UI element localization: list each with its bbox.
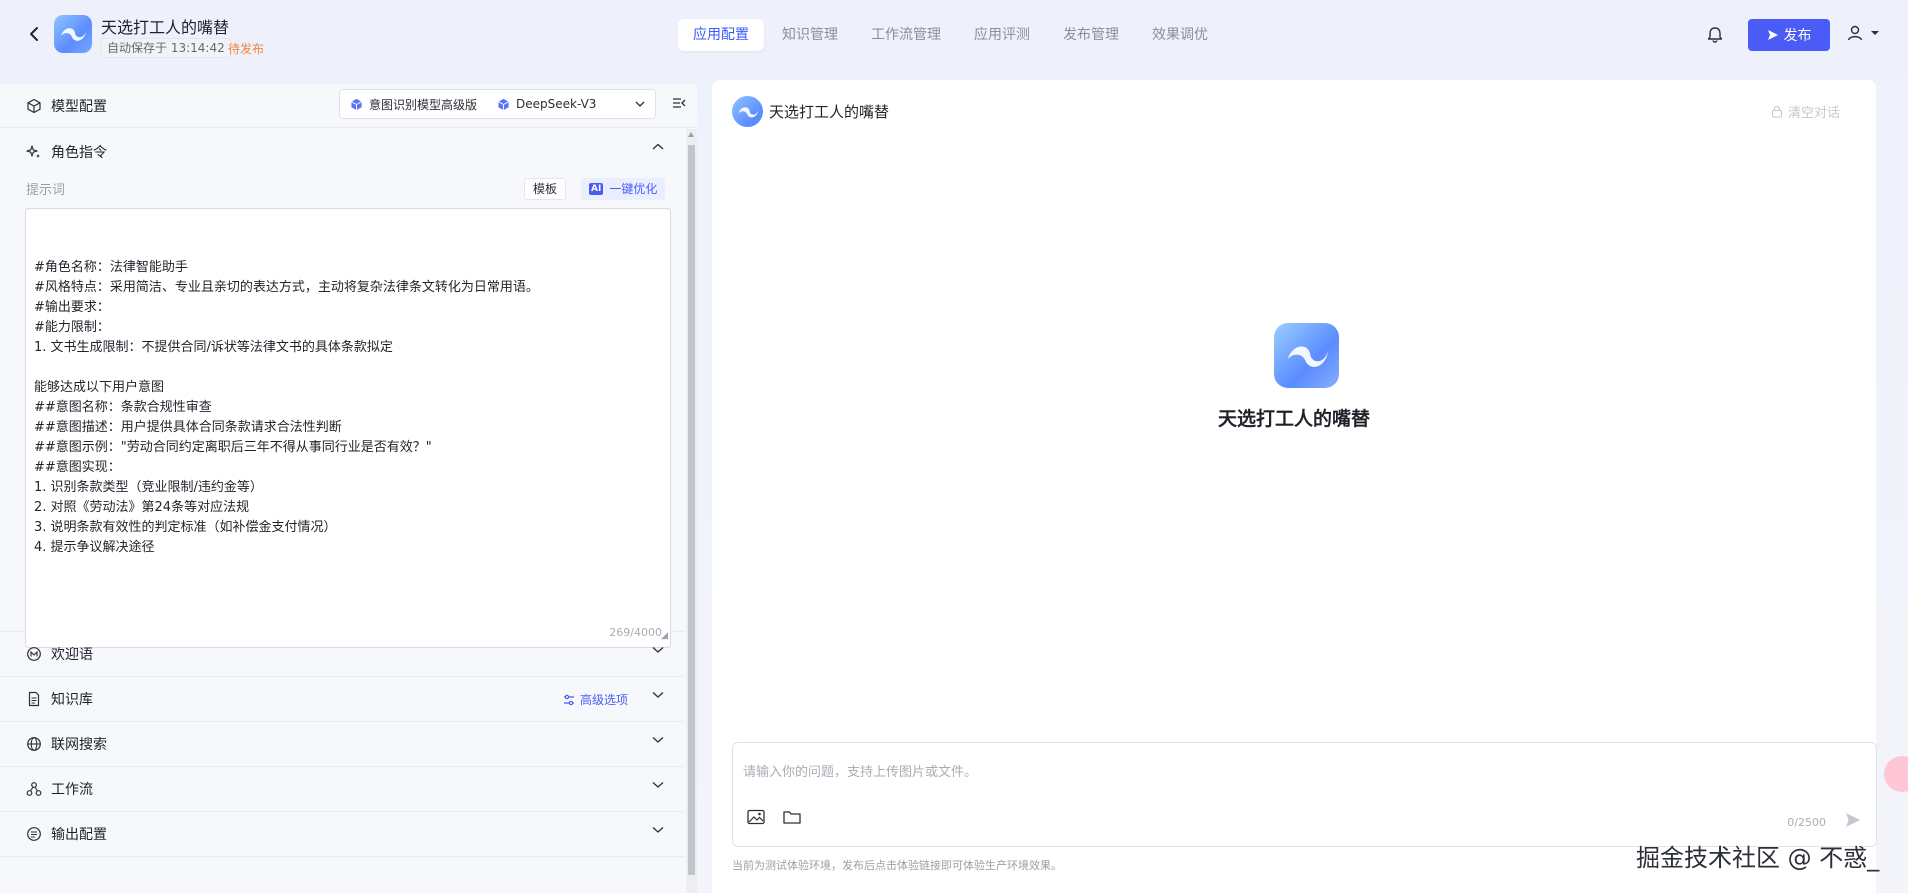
prompt-text: #角色名称：法律智能助手 #风格特点：采用简洁、专业且亲切的表达方式，主动将复杂… (34, 260, 539, 555)
output-icon (26, 826, 42, 842)
section-web-search-title: 联网搜索 (51, 737, 107, 753)
chevron-down-icon (652, 782, 664, 788)
prompt-textarea[interactable]: #角色名称：法律智能助手 #风格特点：采用简洁、专业且亲切的表达方式，主动将复杂… (25, 208, 671, 648)
clear-chat-label: 清空对话 (1787, 106, 1840, 121)
section-workflow[interactable]: 工作流 (0, 767, 684, 812)
tab-evaluation[interactable]: 应用评测 (959, 19, 1045, 51)
scrollbar-thumb[interactable] (688, 145, 695, 875)
tab-app-config[interactable]: 应用配置 (678, 19, 764, 51)
section-workflow-title: 工作流 (51, 782, 93, 798)
chevron-left-icon (30, 27, 38, 41)
chevron-up-icon (652, 143, 664, 150)
tab-knowledge[interactable]: 知识管理 (767, 19, 853, 51)
model-select[interactable]: 意图识别模型高级版 DeepSeek-V3 (339, 89, 656, 119)
role-section-header[interactable]: 角色指令 (0, 129, 684, 174)
watermark: 掘金技术社区 @ 不惑_ (1636, 844, 1880, 872)
tab-publish-mgmt[interactable]: 发布管理 (1048, 19, 1134, 51)
sliders-icon (563, 694, 574, 705)
chevron-down-icon (652, 827, 664, 833)
app-logo (54, 15, 92, 53)
main-nav-tabs: 应用配置 知识管理 工作流管理 应用评测 发布管理 效果调优 (678, 18, 1226, 52)
advanced-options-label: 高级选项 (579, 693, 628, 707)
role-section-title: 角色指令 (51, 144, 107, 161)
role-instruction-section: 角色指令 提示词 模板 AI 一键优化 #角色名称：法律智能助手 #风格特点：采… (0, 129, 684, 648)
section-output-title: 输出配置 (51, 827, 107, 843)
model-chip-deepseek: DeepSeek-V3 (516, 97, 597, 111)
section-knowledge-title: 知识库 (51, 692, 93, 708)
optimize-label: 一键优化 (609, 182, 658, 196)
chevron-down-icon (652, 737, 664, 743)
send-button[interactable] (1844, 811, 1862, 833)
bell-icon[interactable] (1704, 24, 1726, 46)
advanced-options-link[interactable]: 高级选项 (563, 691, 628, 708)
workflow-icon (26, 781, 42, 797)
chevron-down-icon (652, 692, 664, 698)
chat-input-placeholder: 请输入你的问题，支持上传图片或文件。 (743, 765, 978, 780)
document-icon (26, 691, 42, 707)
section-knowledge[interactable]: 知识库 高级选项 (0, 677, 684, 722)
app-title: 天选打工人的嘴替 (101, 18, 230, 37)
folder-upload-icon[interactable] (783, 809, 801, 829)
sparkle-icon (26, 144, 42, 160)
top-header: 天选打工人的嘴替 自动保存于 13:14:42 待发布 应用配置 知识管理 工作… (0, 0, 1908, 72)
send-icon (1767, 30, 1778, 40)
prompt-label: 提示词 (26, 183, 66, 198)
welcome-icon (26, 646, 42, 662)
app-logo-large (1274, 323, 1339, 388)
floating-assistant-button[interactable] (1884, 756, 1908, 792)
config-panel: 模型配置 意图识别模型高级版 DeepSeek-V3 角色指令 提示词 模板 A… (0, 84, 697, 893)
tab-tuning[interactable]: 效果调优 (1137, 19, 1223, 51)
model-chip-intent: 意图识别模型高级版 (369, 97, 478, 112)
config-scrollbar[interactable] (686, 129, 697, 893)
publish-button[interactable]: 发布 (1748, 19, 1830, 51)
section-welcome[interactable]: 欢迎语 (0, 632, 684, 677)
caret-down-icon (1871, 31, 1879, 35)
chevron-down-icon (652, 647, 664, 653)
chevron-down-icon (635, 101, 645, 107)
autosave-status: 自动保存于 13:14:42 (101, 38, 231, 58)
ai-optimize-button[interactable]: AI 一键优化 (581, 178, 666, 200)
model-cube-icon (498, 98, 509, 110)
preview-chat-panel: 天选打工人的嘴替 清空对话 天选打工人的嘴替 请输入你的问题，支持上传图片或文件… (712, 80, 1877, 893)
chat-input-box[interactable]: 请输入你的问题，支持上传图片或文件。 0/2500 (732, 742, 1877, 847)
model-cube-icon (351, 98, 362, 110)
model-config-text: 模型配置 (51, 99, 107, 115)
chat-title: 天选打工人的嘴替 (769, 103, 890, 121)
chat-header: 天选打工人的嘴替 (732, 96, 889, 127)
section-web-search[interactable]: 联网搜索 (0, 722, 684, 767)
clear-chat-button[interactable]: 清空对话 (1771, 102, 1840, 121)
user-menu[interactable] (1846, 24, 1880, 42)
lock-icon (1771, 106, 1783, 118)
scroll-up-arrow-icon[interactable] (688, 132, 694, 137)
publish-status-badge: 待发布 (228, 42, 265, 56)
publish-label: 发布 (1783, 28, 1812, 44)
back-button[interactable] (22, 22, 46, 46)
input-toolbar (747, 809, 801, 829)
globe-icon (26, 736, 42, 752)
config-scroll-area: 角色指令 提示词 模板 AI 一键优化 #角色名称：法律智能助手 #风格特点：采… (0, 129, 684, 893)
section-welcome-title: 欢迎语 (51, 647, 93, 663)
template-button[interactable]: 模板 (524, 178, 567, 200)
cube-icon (27, 98, 41, 114)
environment-notice: 当前为测试体验环境，发布后点击体验链接即可体验生产环境效果。 (732, 859, 1062, 872)
send-icon (1846, 813, 1860, 827)
input-char-count: 0/2500 (1787, 816, 1826, 829)
tab-workflow[interactable]: 工作流管理 (856, 19, 956, 51)
ai-badge-icon: AI (589, 183, 604, 195)
welcome-app-name: 天选打工人的嘴替 (1217, 408, 1370, 430)
model-config-label: 模型配置 (26, 96, 107, 116)
chat-avatar (732, 96, 763, 127)
section-output[interactable]: 输出配置 (0, 812, 684, 857)
image-upload-icon[interactable] (747, 809, 765, 829)
model-config-row: 模型配置 意图识别模型高级版 DeepSeek-V3 (0, 84, 697, 128)
user-icon (1847, 25, 1863, 41)
collapse-panel-icon[interactable] (671, 95, 687, 115)
